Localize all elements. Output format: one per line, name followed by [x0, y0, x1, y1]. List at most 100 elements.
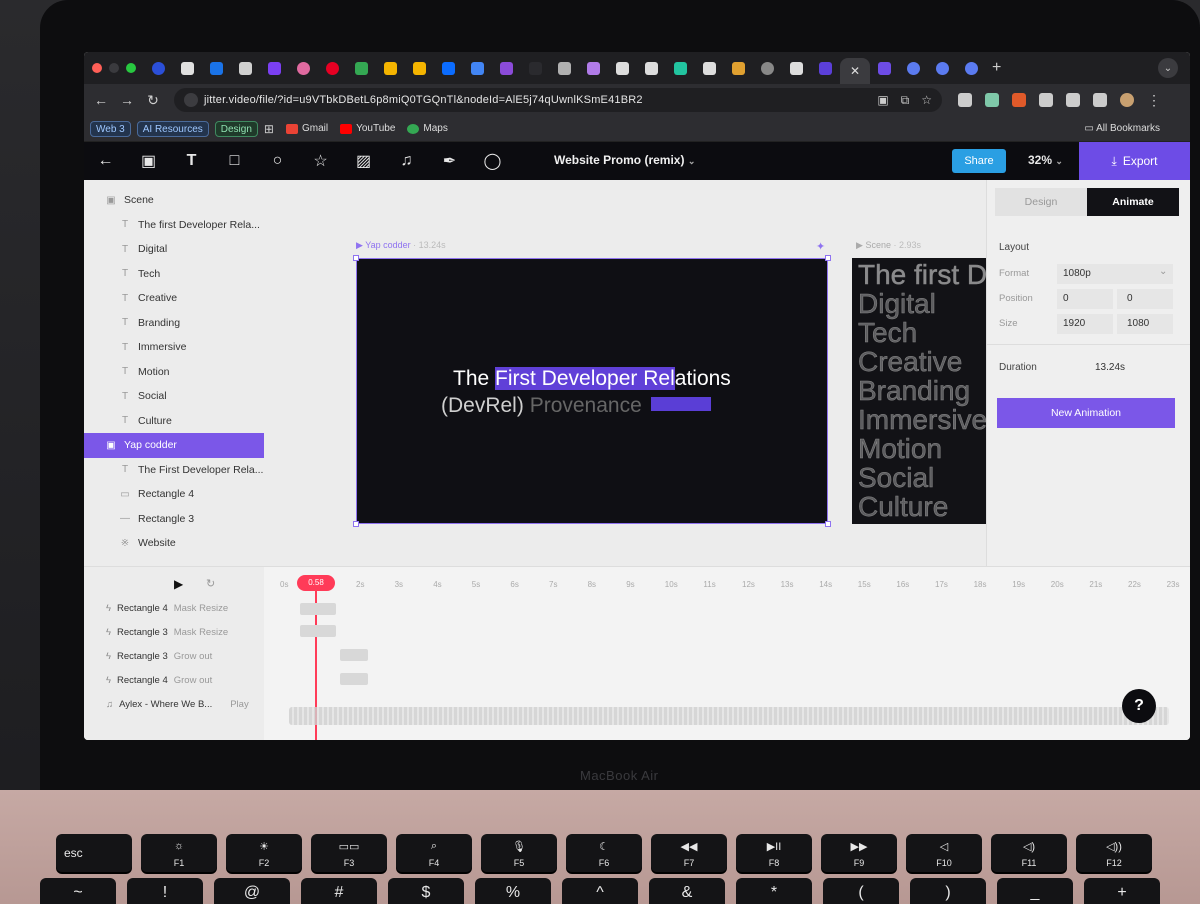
- all-bookmarks-button[interactable]: ▭ All Bookmarks: [1084, 123, 1160, 134]
- apps-grid-icon[interactable]: ⊞: [264, 122, 274, 136]
- timeline-track[interactable]: ϟ Rectangle 3 Grow out: [106, 651, 212, 662]
- timeline-track[interactable]: ϟ Rectangle 4 Grow out: [106, 675, 212, 686]
- profile-avatar[interactable]: [1120, 93, 1134, 107]
- reload-icon[interactable]: ↻: [140, 92, 166, 109]
- animation-clip[interactable]: [300, 625, 336, 637]
- sparkle-icon[interactable]: ✦: [816, 240, 825, 253]
- media-controls-icon[interactable]: [1093, 93, 1107, 107]
- layer-item[interactable]: T Creative: [84, 286, 264, 311]
- tab-favicon[interactable]: [376, 57, 405, 79]
- tab-favicon[interactable]: [811, 57, 840, 79]
- frame-label[interactable]: ▶ Yap codder · 13.24s: [356, 240, 446, 251]
- tab-favicon[interactable]: [579, 57, 608, 79]
- resize-handle[interactable]: [825, 255, 831, 261]
- clipboard-icon[interactable]: ▣: [877, 93, 888, 108]
- tab-search-button[interactable]: ⌄: [1158, 58, 1178, 78]
- tab-favicon[interactable]: [405, 57, 434, 79]
- minimize-window-button[interactable]: [109, 63, 119, 73]
- document-title[interactable]: Website Promo (remix) ⌄: [554, 153, 695, 167]
- tab-favicon[interactable]: [957, 57, 986, 79]
- layer-item[interactable]: T The first Developer Rela...: [84, 213, 264, 238]
- timeline-ruler[interactable]: 0s 2s 3s 4s 5s 6s 7s 8s 9s 10s 11s 12s 13s 14s 15s 16s 1…: [264, 567, 1190, 601]
- scene-label[interactable]: ▶ Scene · 2.93s: [856, 240, 921, 251]
- tab-favicon[interactable]: [608, 57, 637, 79]
- tab-favicon[interactable]: [463, 57, 492, 79]
- tab-favicon[interactable]: [347, 57, 376, 79]
- playhead[interactable]: 0.58: [297, 575, 335, 591]
- layer-item[interactable]: T The First Developer Rela...: [84, 458, 264, 483]
- tab-favicon[interactable]: [782, 57, 811, 79]
- canvas[interactable]: ▶ Yap codder · 13.24s ✦ The First Develo…: [264, 180, 987, 566]
- layer-item[interactable]: ※ Website: [84, 531, 264, 556]
- loop-icon[interactable]: ↻: [206, 577, 215, 590]
- close-window-button[interactable]: [92, 63, 102, 73]
- bookmark-folder-ai-resources[interactable]: AI Resources: [136, 120, 209, 137]
- tab-favicon[interactable]: [695, 57, 724, 79]
- shield-extension-icon[interactable]: [958, 93, 972, 107]
- tab-favicon[interactable]: [899, 57, 928, 79]
- music-note-icon[interactable]: ♫: [385, 152, 428, 170]
- kebab-menu-icon[interactable]: ⋮: [1147, 92, 1161, 109]
- site-info-icon[interactable]: [184, 93, 198, 107]
- layer-item[interactable]: T Motion: [84, 360, 264, 385]
- address-bar[interactable]: jitter.video/file/?id=u9VTbkDBetL6p8miQ0…: [174, 88, 942, 112]
- tab-favicon[interactable]: [521, 57, 550, 79]
- tab-favicon[interactable]: [434, 57, 463, 79]
- rectangle-tool-icon[interactable]: □: [213, 152, 256, 170]
- animation-clip[interactable]: [340, 673, 368, 685]
- text-tool-icon[interactable]: T: [170, 152, 213, 170]
- play-button[interactable]: ▶: [174, 577, 183, 591]
- bookmark-star-icon[interactable]: ☆: [921, 93, 932, 108]
- position-y-input[interactable]: [1117, 289, 1173, 309]
- zoom-select[interactable]: 32% ⌄: [1028, 153, 1063, 167]
- tab-favicon[interactable]: [753, 57, 782, 79]
- tab-favicon[interactable]: [144, 57, 173, 79]
- new-tab-button[interactable]: +: [992, 59, 1001, 77]
- back-arrow-icon[interactable]: ←: [88, 92, 114, 108]
- tab-favicon[interactable]: [289, 57, 318, 79]
- help-button[interactable]: ?: [1122, 689, 1156, 723]
- tab-favicon[interactable]: [637, 57, 666, 79]
- tab-favicon[interactable]: [318, 57, 347, 79]
- extension-icon[interactable]: [985, 93, 999, 107]
- timeline-track[interactable]: ϟ Rectangle 4 Mask Resize: [106, 603, 228, 614]
- tab-favicon[interactable]: [173, 57, 202, 79]
- tab-favicon[interactable]: [928, 57, 957, 79]
- layer-item[interactable]: ▣ Scene: [84, 188, 264, 213]
- bookmark-maps[interactable]: Maps: [407, 123, 448, 134]
- yap-codder-frame[interactable]: The First Developer Relations (DevRel) P…: [356, 258, 828, 524]
- duration-value[interactable]: 13.24s: [1095, 362, 1125, 373]
- bookmark-youtube[interactable]: YouTube: [340, 123, 395, 134]
- active-tab-close-button[interactable]: ✕: [840, 58, 870, 84]
- tab-design[interactable]: Design: [995, 188, 1087, 216]
- scene-frame[interactable]: The first D Digital Tech Creative Branding Im…: [852, 258, 987, 524]
- resize-handle[interactable]: [353, 255, 359, 261]
- tab-favicon[interactable]: [666, 57, 695, 79]
- timeline-track[interactable]: ♫ Aylex - Where We B... Play: [106, 699, 249, 710]
- maximize-window-button[interactable]: [126, 63, 136, 73]
- layer-item[interactable]: T Culture: [84, 409, 264, 434]
- tab-favicon[interactable]: [202, 57, 231, 79]
- resize-handle[interactable]: [825, 521, 831, 527]
- tab-favicon[interactable]: [492, 57, 521, 79]
- forward-arrow-icon[interactable]: →: [114, 92, 140, 108]
- image-tool-icon[interactable]: ▨: [342, 151, 385, 171]
- layer-item[interactable]: T Digital: [84, 237, 264, 262]
- install-app-icon[interactable]: ⧉: [901, 93, 910, 108]
- puzzle-icon[interactable]: [1039, 93, 1053, 107]
- tab-animate[interactable]: Animate: [1087, 188, 1179, 216]
- layer-item[interactable]: ▭ Rectangle 4: [84, 482, 264, 507]
- ellipse-tool-icon[interactable]: ○: [256, 152, 299, 170]
- download-icon[interactable]: [1066, 93, 1080, 107]
- headline-text[interactable]: The First Developer Relations: [453, 367, 731, 391]
- layer-item[interactable]: T Tech: [84, 262, 264, 287]
- new-animation-button[interactable]: New Animation: [997, 398, 1175, 428]
- layer-item[interactable]: — Rectangle 3: [84, 507, 264, 532]
- comment-icon[interactable]: ◯: [471, 151, 514, 171]
- audio-waveform[interactable]: [289, 707, 1169, 725]
- subline-text[interactable]: (DevRel) Provenance: [441, 394, 642, 418]
- resize-handle[interactable]: [353, 521, 359, 527]
- tab-favicon[interactable]: [260, 57, 289, 79]
- media-frame-icon[interactable]: ▣: [127, 151, 170, 171]
- pen-tool-icon[interactable]: ✒: [428, 151, 471, 171]
